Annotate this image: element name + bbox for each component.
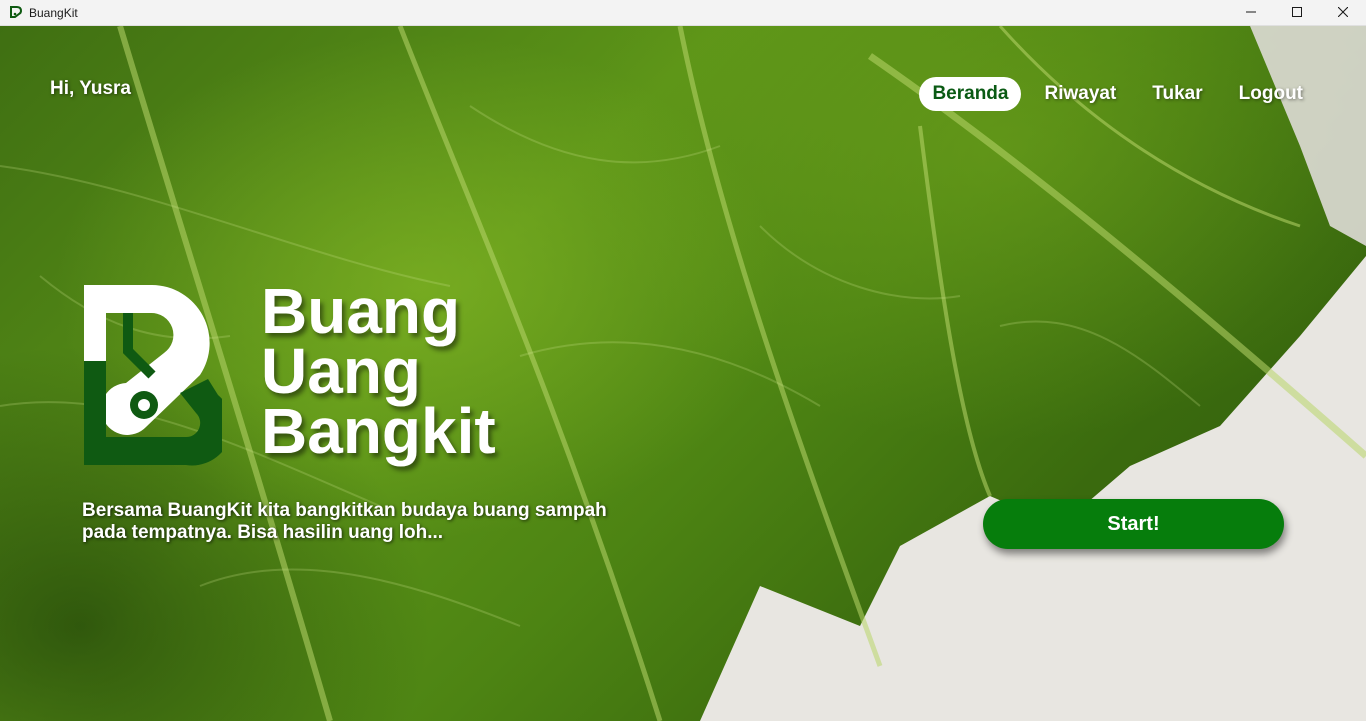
close-button[interactable]	[1320, 0, 1366, 26]
hero-section: Hi, Yusra Beranda Riwayat Tukar Logout B…	[0, 26, 1366, 721]
minimize-icon	[1246, 4, 1256, 22]
nav-item-beranda[interactable]: Beranda	[919, 77, 1022, 111]
start-button[interactable]: Start!	[983, 499, 1284, 549]
buangkit-logo-icon	[9, 5, 23, 20]
headline-line-uang: Uang	[261, 335, 421, 407]
tagline-line-2: pada tempatnya. Bisa hasilin uang loh...	[82, 522, 444, 543]
window-controls	[1228, 0, 1366, 26]
title-bar: BuangKit	[0, 0, 1366, 26]
headline-line-bangkit: Bangkit	[261, 395, 496, 467]
window-title: BuangKit	[29, 5, 78, 20]
hero-tagline: Bersama BuangKit kita bangkitkan budaya …	[82, 500, 662, 544]
nav-item-riwayat[interactable]: Riwayat	[1031, 77, 1129, 111]
app-window: BuangKit Hi, Yusra Beranda Riwayat Tukar…	[0, 0, 1366, 721]
nav-item-tukar[interactable]: Tukar	[1139, 77, 1215, 111]
maximize-button[interactable]	[1274, 0, 1320, 26]
maximize-icon	[1292, 4, 1302, 22]
headline-line-buang: Buang	[261, 275, 461, 347]
nav-item-logout[interactable]: Logout	[1226, 77, 1316, 111]
hero-headline: Buang Uang Bangkit	[261, 275, 496, 467]
main-nav: Beranda Riwayat Tukar Logout	[919, 77, 1316, 111]
tagline-line-1: Bersama BuangKit kita bangkitkan budaya …	[82, 500, 607, 521]
user-greeting: Hi, Yusra	[50, 78, 131, 99]
minimize-button[interactable]	[1228, 0, 1274, 26]
buangkit-logo	[84, 285, 222, 466]
close-icon	[1337, 4, 1349, 22]
